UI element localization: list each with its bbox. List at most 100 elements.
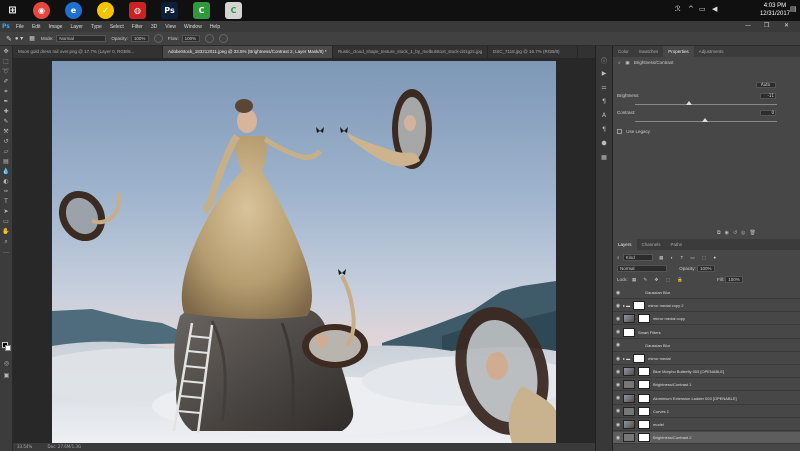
layer-row[interactable]: ◉ ▸ ▬ mirror medal copy 2 bbox=[613, 300, 800, 313]
opacity-field[interactable]: 100% bbox=[130, 35, 149, 42]
brush-panel-icon[interactable]: ▦ bbox=[29, 35, 35, 42]
contrast-field[interactable]: 0 bbox=[760, 110, 776, 116]
layer-mask-thumbnail[interactable] bbox=[638, 380, 650, 390]
layer-row[interactable]: ◉ ▸ ▬ mirror medal bbox=[613, 353, 800, 365]
visibility-icon[interactable]: ◎ bbox=[741, 230, 749, 236]
eye-icon[interactable]: ◉ bbox=[613, 435, 623, 441]
eye-icon[interactable]: ◉ bbox=[613, 422, 623, 428]
windows-start-icon[interactable]: ⊞ bbox=[4, 2, 21, 19]
brush-preset-icon[interactable]: ● ▾ bbox=[15, 35, 23, 42]
layer-thumbnail[interactable] bbox=[623, 393, 635, 403]
camtasia-recorder-icon[interactable]: C bbox=[225, 2, 242, 19]
layer-row[interactable]: ◉ Brightness/Contrast 1 bbox=[613, 379, 800, 392]
folder-icon[interactable]: ▸ ▬ bbox=[623, 356, 630, 361]
contrast-slider-thumb[interactable] bbox=[702, 118, 708, 122]
brightness-field[interactable]: -11 bbox=[760, 93, 776, 99]
eye-icon[interactable]: ◉ bbox=[613, 303, 623, 309]
quick-mask-icon[interactable]: ◎ bbox=[2, 360, 11, 368]
paragraph-panel-icon[interactable]: ¶ bbox=[599, 98, 609, 107]
zoom-tool-icon[interactable]: ⌕ bbox=[2, 238, 11, 246]
screen-mode-icon[interactable]: ▣ bbox=[2, 372, 11, 380]
eyedropper-tool-icon[interactable]: ✒ bbox=[2, 98, 11, 106]
reset-icon[interactable]: ↺ bbox=[733, 230, 741, 236]
zoom-readout[interactable]: 33.54% bbox=[17, 444, 32, 449]
pressure-size-icon[interactable] bbox=[218, 34, 228, 43]
brightness-slider-track[interactable] bbox=[635, 104, 777, 105]
layer-row[interactable]: ◉ Aluminium Extension Ladder 003 [OPENABL… bbox=[613, 393, 800, 405]
menu-help[interactable]: Help bbox=[210, 24, 220, 30]
layer-thumbnail[interactable] bbox=[623, 314, 635, 324]
libraries-panel-icon[interactable]: ▦ bbox=[599, 154, 609, 163]
menu-window[interactable]: Window bbox=[184, 24, 202, 30]
layer-mask-thumbnail[interactable] bbox=[638, 420, 650, 429]
eye-icon[interactable]: ◉ bbox=[613, 395, 623, 401]
use-legacy-checkbox[interactable] bbox=[617, 129, 622, 135]
maximize-icon[interactable]: ❐ bbox=[764, 22, 769, 29]
camtasia-icon[interactable]: C bbox=[193, 2, 210, 19]
layer-thumbnail[interactable] bbox=[623, 406, 635, 416]
crop-tool-icon[interactable]: ⌗ bbox=[2, 88, 11, 96]
healing-tool-icon[interactable]: ✚ bbox=[2, 108, 11, 116]
chrome-icon[interactable]: ◉ bbox=[33, 2, 50, 19]
background-color-swatch[interactable] bbox=[5, 345, 11, 351]
chevron-up-icon[interactable]: ^ bbox=[688, 5, 694, 13]
pressure-opacity-icon[interactable] bbox=[153, 34, 163, 43]
system-clock[interactable]: 4:03 PM 12/31/2017 bbox=[760, 2, 790, 18]
mask-icon[interactable]: ▣ bbox=[625, 60, 629, 65]
menu-edit[interactable]: Edit bbox=[32, 24, 41, 30]
glyphs-panel-icon[interactable]: ¶ bbox=[599, 126, 609, 135]
type-tool-icon[interactable]: T bbox=[2, 198, 11, 206]
character-panel-icon[interactable]: A bbox=[599, 112, 609, 121]
marquee-tool-icon[interactable]: ⬚ bbox=[2, 58, 11, 66]
photoshop-icon[interactable]: Ps bbox=[161, 2, 178, 19]
menu-filter[interactable]: Filter bbox=[132, 24, 143, 30]
clone-stamp-tool-icon[interactable]: ⚒ bbox=[2, 128, 11, 136]
norton-icon[interactable]: ✓ bbox=[97, 2, 114, 19]
flow-field[interactable]: 100% bbox=[181, 35, 200, 42]
network-icon[interactable]: ▭ bbox=[699, 5, 706, 13]
lasso-tool-icon[interactable]: ➰ bbox=[2, 68, 11, 76]
layer-row[interactable]: ◉ Brightness/Contrast 2 bbox=[613, 432, 800, 445]
layer-thumbnail[interactable] bbox=[623, 420, 635, 429]
brightness-slider-thumb[interactable] bbox=[686, 101, 692, 105]
mode-select[interactable]: Normal bbox=[56, 35, 107, 42]
layer-row[interactable]: ◉ Gaussian Blur bbox=[613, 287, 800, 299]
folder-icon[interactable]: ▸ ▬ bbox=[623, 303, 630, 308]
notifications-icon[interactable]: ▤ bbox=[790, 5, 797, 13]
dodge-tool-icon[interactable]: ◐ bbox=[2, 178, 11, 186]
eye-icon[interactable]: ◉ bbox=[613, 329, 623, 335]
history-brush-tool-icon[interactable]: ↺ bbox=[2, 138, 11, 146]
tab-swatches[interactable]: Swatches bbox=[634, 46, 664, 57]
document-tab[interactable]: Rustic_cloud_shape_texture_stock_1_by_me… bbox=[333, 46, 488, 58]
clip-to-layer-icon[interactable]: ⧉ bbox=[717, 230, 725, 236]
lock-icons[interactable]: ▦ ✎ ✥ ⬚ 🔒 bbox=[632, 277, 686, 282]
hand-tool-icon[interactable]: ✋ bbox=[2, 228, 11, 236]
layer-thumbnail[interactable] bbox=[623, 380, 635, 390]
document-tab[interactable]: AdobeStock_183212011.jpeg @ 33.5% (Brigh… bbox=[163, 46, 333, 58]
volume-icon[interactable]: ◀ bbox=[712, 5, 717, 13]
layer-thumbnail[interactable] bbox=[623, 327, 635, 337]
fill-field[interactable]: 100% bbox=[725, 276, 744, 283]
layer-row[interactable]: ◉ Gaussian Blur bbox=[613, 340, 800, 352]
tab-adjustments[interactable]: Adjustments bbox=[694, 46, 729, 57]
history-panel-icon[interactable]: ⓘ bbox=[599, 56, 609, 65]
menu-layer[interactable]: Layer bbox=[70, 24, 83, 30]
edge-icon[interactable]: e bbox=[65, 2, 82, 19]
airbrush-icon[interactable] bbox=[204, 34, 214, 43]
layer-row[interactable]: ◉ Curves 1 bbox=[613, 406, 800, 418]
minimize-icon[interactable]: — bbox=[745, 22, 751, 29]
layer-mask-thumbnail[interactable] bbox=[638, 314, 650, 324]
blend-mode-select[interactable]: Normal bbox=[617, 265, 667, 272]
path-select-tool-icon[interactable]: ➤ bbox=[2, 208, 11, 216]
eye-icon[interactable]: ◉ bbox=[613, 369, 623, 375]
layer-thumbnail[interactable] bbox=[623, 367, 635, 377]
layer-mask-thumbnail[interactable] bbox=[638, 433, 650, 443]
layer-row[interactable]: ◉ Smart Filters bbox=[613, 327, 800, 339]
layer-kind-select[interactable]: Kind bbox=[622, 254, 653, 261]
shape-tool-icon[interactable]: ▭ bbox=[2, 218, 11, 226]
tab-color[interactable]: Color bbox=[613, 46, 634, 57]
layer-opacity-field[interactable]: 100% bbox=[697, 265, 716, 272]
tab-layers[interactable]: Layers bbox=[613, 239, 637, 250]
filter-icons[interactable]: ▦ ◐ T ▭ ⬚ ● bbox=[659, 255, 719, 260]
layer-row[interactable]: ◉ Blue Morpho Butterfly 003 [OPENABLE] bbox=[613, 366, 800, 379]
